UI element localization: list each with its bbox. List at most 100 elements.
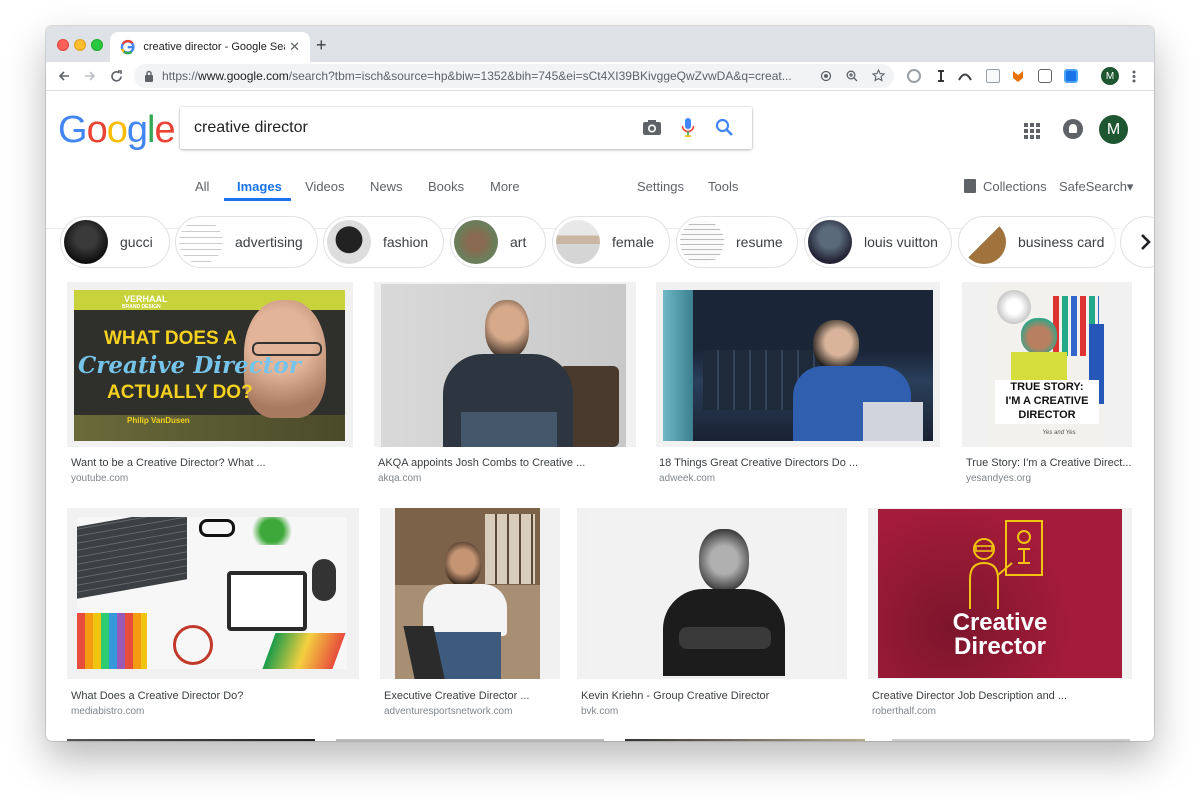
logo-letter: e [154, 109, 175, 151]
result-source[interactable]: adweek.com [659, 473, 715, 484]
back-icon[interactable] [58, 70, 70, 82]
zoom-icon[interactable] [846, 70, 858, 82]
notifications-icon[interactable] [1063, 119, 1083, 139]
tab-all[interactable]: All [195, 179, 209, 194]
result-caption[interactable]: Kevin Kriehn - Group Creative Director [581, 690, 847, 702]
chip-art[interactable]: art [450, 216, 546, 268]
logo-letter: g [126, 109, 148, 151]
result-image[interactable]: TRUE STORY: I'M A CREATIVE DIRECTOR Yes … [989, 284, 1104, 447]
chip-louis-vuitton[interactable]: louis vuitton [804, 216, 952, 268]
search-box[interactable]: creative director [180, 107, 752, 149]
search-icon[interactable] [715, 118, 734, 137]
result-image[interactable]: VERHAAL BRAND DESIGN WHAT DOES A Creativ… [74, 290, 345, 441]
chevron-right-icon [1141, 234, 1151, 250]
result-caption[interactable]: What Does a Creative Director Do? [71, 690, 359, 702]
account-avatar[interactable]: M [1099, 115, 1128, 144]
tab-books[interactable]: Books [428, 179, 464, 194]
result-image[interactable] [587, 511, 837, 676]
extension-arc-icon[interactable] [958, 69, 972, 83]
extension-fox-icon[interactable] [1011, 69, 1025, 83]
result-image[interactable] [663, 290, 933, 441]
chip-thumbnail [454, 220, 498, 264]
new-tab-button[interactable]: + [316, 35, 327, 56]
thumbnail-brand-text: VERHAAL [124, 294, 168, 304]
collections-icon[interactable] [964, 179, 976, 193]
minimize-window-button[interactable] [74, 39, 86, 51]
chip-advertising[interactable]: advertising [175, 216, 318, 268]
browser-tab[interactable]: creative director - Google Sear ✕ [110, 32, 310, 62]
result-source[interactable]: akqa.com [378, 473, 421, 484]
location-icon[interactable] [820, 70, 832, 82]
address-bar[interactable]: https://www.google.com/search?tbm=isch&s… [134, 64, 894, 88]
image-result-partial[interactable] [625, 739, 865, 741]
tab-strip: creative director - Google Sear ✕ + [46, 26, 1154, 62]
chip-thumbnail [962, 220, 1006, 264]
camera-icon[interactable] [642, 119, 662, 136]
extension-text-cursor-icon[interactable] [934, 69, 948, 83]
tools-link[interactable]: Tools [708, 179, 738, 194]
google-apps-icon[interactable] [1024, 123, 1040, 139]
extension-screen-icon[interactable] [1064, 69, 1078, 83]
result-source[interactable]: youtube.com [71, 473, 128, 484]
result-caption[interactable]: Want to be a Creative Director? What ... [71, 457, 351, 469]
search-input[interactable]: creative director [194, 119, 308, 137]
collections-link[interactable]: Collections [983, 179, 1047, 194]
chip-business-card[interactable]: business card [958, 216, 1116, 268]
result-source[interactable]: bvk.com [581, 706, 618, 717]
chip-label: louis vuitton [864, 234, 938, 250]
chip-thumbnail [179, 220, 223, 264]
thumbnail-headline-2: Director [953, 633, 1047, 660]
reload-icon[interactable] [110, 70, 123, 83]
url-text[interactable]: https://www.google.com/search?tbm=isch&s… [162, 69, 812, 83]
tab-close-icon[interactable]: ✕ [289, 39, 300, 55]
close-window-button[interactable] [57, 39, 69, 51]
result-image[interactable] [395, 508, 540, 679]
chip-gucci[interactable]: gucci [60, 216, 170, 268]
image-result-partial[interactable] [67, 739, 315, 741]
chips-next-button[interactable] [1120, 216, 1154, 268]
result-source[interactable]: roberthalf.com [872, 706, 936, 717]
chip-label: female [612, 234, 655, 250]
result-source[interactable]: mediabistro.com [71, 706, 144, 717]
tab-news[interactable]: News [370, 179, 403, 194]
forward-icon[interactable] [84, 70, 96, 82]
result-image[interactable] [77, 517, 347, 669]
tab-more[interactable]: More [490, 179, 520, 194]
chip-female[interactable]: female [552, 216, 670, 268]
safesearch-dropdown[interactable]: SafeSearch▾ [1059, 179, 1133, 195]
tab-videos[interactable]: Videos [305, 179, 345, 194]
lock-icon [145, 70, 153, 82]
browser-profile-avatar[interactable]: M [1101, 67, 1119, 85]
result-caption[interactable]: True Story: I'm a Creative Direct... [966, 457, 1132, 469]
microphone-icon[interactable] [681, 117, 695, 138]
extension-notes-icon[interactable] [1038, 69, 1052, 83]
tab-title: creative director - Google Sear [143, 41, 286, 53]
result-image[interactable]: Creative Director [878, 509, 1122, 678]
tab-images[interactable]: Images [237, 179, 282, 194]
result-image[interactable] [381, 284, 626, 447]
result-caption[interactable]: Executive Creative Director ... [384, 690, 560, 702]
bookmark-star-icon[interactable] [872, 69, 885, 82]
extension-copy-icon[interactable] [986, 69, 1000, 83]
maximize-window-button[interactable] [91, 39, 103, 51]
settings-link[interactable]: Settings [637, 179, 684, 194]
search-nav-tabs: All Images Videos News Books More Settin… [46, 171, 1154, 201]
chip-resume[interactable]: resume [676, 216, 798, 268]
image-result-partial[interactable] [892, 739, 1130, 741]
result-source[interactable]: adventuresportsnetwork.com [384, 706, 512, 717]
chip-fashion[interactable]: fashion [323, 216, 444, 268]
result-source[interactable]: yesandyes.org [966, 473, 1031, 484]
thumbnail-headline-1: WHAT DOES A [104, 328, 237, 349]
thumbnail-author-text: Philip VanDusen [127, 416, 190, 425]
chip-label: business card [1018, 234, 1105, 250]
thumbnail-headline-1: TRUE STORY: [1010, 381, 1084, 393]
result-caption[interactable]: Creative Director Job Description and ..… [872, 690, 1132, 702]
extension-skype-icon[interactable] [907, 69, 921, 83]
browser-menu-icon[interactable] [1132, 70, 1136, 83]
thumbnail-headline-2: Creative Director [78, 352, 301, 379]
result-caption[interactable]: AKQA appoints Josh Combs to Creative ... [378, 457, 636, 469]
google-logo[interactable]: Google [58, 109, 176, 152]
image-result-partial[interactable] [336, 739, 604, 741]
url-path: /search?tbm=isch&source=hp&biw=1352&bih=… [288, 69, 792, 83]
result-caption[interactable]: 18 Things Great Creative Directors Do ..… [659, 457, 939, 469]
